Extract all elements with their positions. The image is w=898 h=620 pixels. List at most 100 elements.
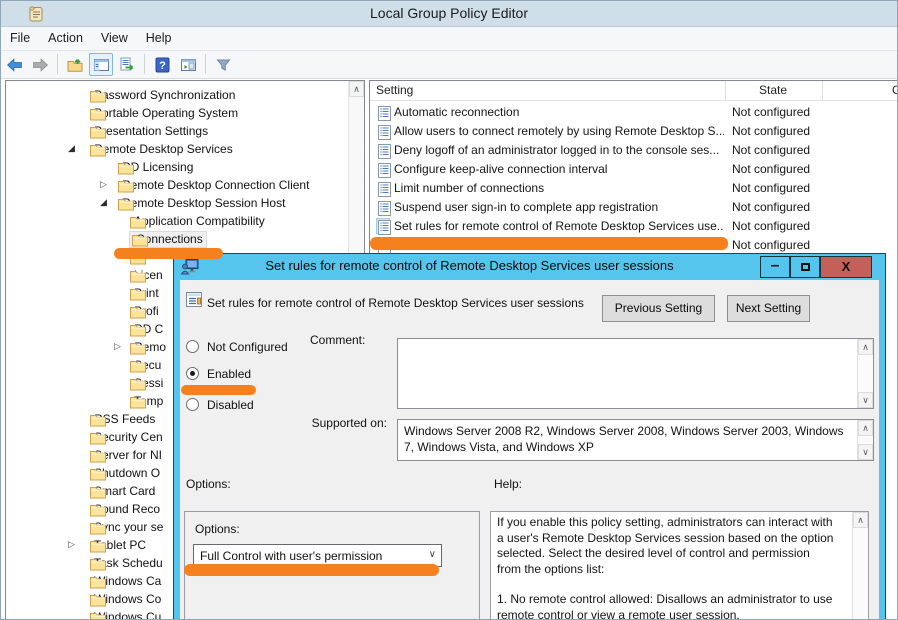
dialog-setting-title: Set rules for remote control of Remote D… bbox=[207, 296, 584, 310]
setting-row[interactable]: Limit number of connections Not configure… bbox=[370, 179, 898, 198]
filter-icon[interactable] bbox=[211, 53, 235, 76]
tree-item-label: Remote Desktop Session Host bbox=[122, 196, 285, 210]
tree-item-password-synchronization[interactable]: Password Synchronization bbox=[6, 86, 364, 104]
expanded-arrow-icon[interactable]: ◢ bbox=[68, 143, 75, 154]
setting-state: Not configured bbox=[732, 124, 810, 138]
toolbar-separator bbox=[57, 54, 58, 74]
list-header: Setting State C bbox=[370, 81, 898, 101]
policy-setting-icon bbox=[376, 199, 390, 215]
scroll-down-icon[interactable]: ∨ bbox=[858, 444, 873, 460]
expanded-arrow-icon[interactable]: ◢ bbox=[100, 197, 107, 208]
options-section-label: Options: bbox=[186, 477, 231, 491]
chevron-down-icon: ∨ bbox=[429, 549, 436, 560]
policy-setting-icon bbox=[376, 218, 390, 234]
scroll-up-icon[interactable]: ∧ bbox=[858, 420, 873, 436]
comment-textarea[interactable]: ∧ ∨ bbox=[397, 338, 874, 409]
setting-row[interactable]: Allow users to connect remotely by using… bbox=[370, 122, 898, 141]
policy-setting-icon bbox=[376, 180, 390, 196]
policy-setting-icon bbox=[376, 142, 390, 158]
radio-label: Enabled bbox=[207, 367, 251, 381]
annotation-list-row-highlight bbox=[370, 237, 728, 250]
setting-state: Not configured bbox=[732, 162, 810, 176]
annotation-dropdown-highlight bbox=[184, 564, 439, 576]
window-titlebar: Local Group Policy Editor bbox=[1, 1, 897, 27]
collapsed-arrow-icon[interactable]: ▷ bbox=[100, 179, 107, 190]
toolbar-separator bbox=[205, 54, 206, 74]
options-label: Options: bbox=[195, 522, 240, 536]
supported-on-label: Supported on: bbox=[260, 416, 387, 430]
tree-item-remote-desktop-services[interactable]: ◢Remote Desktop Services bbox=[6, 140, 364, 158]
policy-setting-icon bbox=[376, 161, 390, 177]
supported-on-field[interactable]: Windows Server 2008 R2, Windows Server 2… bbox=[397, 419, 874, 461]
help-section-label: Help: bbox=[494, 477, 522, 491]
help-icon[interactable]: ? bbox=[150, 53, 174, 76]
collapsed-arrow-icon[interactable]: ▷ bbox=[68, 539, 75, 550]
previous-setting-button[interactable]: Previous Setting bbox=[602, 295, 715, 322]
show-window-icon[interactable] bbox=[176, 53, 200, 76]
help-groupbox: If you enable this policy setting, admin… bbox=[490, 511, 869, 620]
column-comment[interactable]: C bbox=[892, 83, 898, 97]
next-setting-button[interactable]: Next Setting bbox=[727, 295, 810, 322]
setting-row[interactable]: Suspend user sign-in to complete app reg… bbox=[370, 198, 898, 217]
supported-scrollbar[interactable]: ∧ ∨ bbox=[857, 420, 873, 460]
tree-item-connections[interactable]: Connections bbox=[6, 230, 364, 248]
setting-row[interactable]: Deny logoff of an administrator logged i… bbox=[370, 141, 898, 160]
help-paragraph: If you enable this policy setting, admin… bbox=[497, 515, 837, 577]
tree-item-application-compatibility[interactable]: Application Compatibility bbox=[6, 212, 364, 230]
window-title: Local Group Policy Editor bbox=[1, 5, 897, 21]
tree-item-portable-operating-system[interactable]: Portable Operating System bbox=[6, 104, 364, 122]
setting-name: Configure keep-alive connection interval bbox=[394, 162, 607, 176]
radio-button-icon[interactable] bbox=[186, 340, 199, 353]
setting-state: Not configured bbox=[732, 181, 810, 195]
tree-item-rd-licensing[interactable]: RD Licensing bbox=[6, 158, 364, 176]
forward-icon[interactable] bbox=[28, 53, 52, 76]
setting-row[interactable]: Set rules for remote control of Remote D… bbox=[370, 217, 898, 236]
setting-name: Allow users to connect remotely by using… bbox=[394, 124, 724, 138]
menu-help[interactable]: Help bbox=[137, 27, 181, 49]
radio-label: Not Configured bbox=[207, 340, 288, 354]
up-one-level-icon[interactable] bbox=[63, 53, 87, 76]
dialog-title: Set rules for remote control of Remote D… bbox=[174, 258, 765, 273]
setting-name: Set rules for remote control of Remote D… bbox=[394, 219, 724, 233]
column-state[interactable]: State bbox=[759, 83, 787, 97]
collapsed-arrow-icon[interactable]: ▷ bbox=[114, 341, 121, 352]
scroll-down-icon[interactable]: ∨ bbox=[858, 392, 873, 408]
menu-action[interactable]: Action bbox=[39, 27, 92, 49]
radio-button-icon[interactable] bbox=[186, 398, 199, 411]
help-text: If you enable this policy setting, admin… bbox=[497, 515, 837, 620]
tree-item-remote-desktop-connection-client[interactable]: ▷Remote Desktop Connection Client bbox=[6, 176, 364, 194]
column-divider[interactable] bbox=[822, 81, 823, 101]
dropdown-value: Full Control with user's permission bbox=[200, 549, 382, 563]
column-divider[interactable] bbox=[725, 81, 726, 101]
comment-label: Comment: bbox=[310, 333, 365, 347]
policy-setting-icon bbox=[186, 292, 204, 311]
radio-button-icon[interactable] bbox=[186, 367, 199, 380]
setting-row[interactable]: Automatic reconnectionNot configured bbox=[370, 103, 898, 122]
menu-view[interactable]: View bbox=[92, 27, 137, 49]
menu-bar: FileActionViewHelp bbox=[1, 27, 897, 51]
scroll-up-icon[interactable]: ∧ bbox=[853, 512, 868, 528]
tree-item-remote-desktop-session-host[interactable]: ◢ Remote Desktop Session Host bbox=[6, 194, 364, 212]
tree-item-label: Application Compatibility bbox=[134, 214, 265, 228]
column-setting[interactable]: Setting bbox=[376, 83, 413, 97]
scroll-up-icon[interactable]: ∧ bbox=[858, 339, 873, 355]
setting-state: Not configured bbox=[732, 219, 810, 233]
svg-text:?: ? bbox=[159, 60, 166, 72]
help-scrollbar[interactable]: ∧ bbox=[852, 512, 868, 620]
annotation-connections-highlight bbox=[114, 248, 223, 259]
export-list-icon[interactable] bbox=[115, 53, 139, 76]
back-icon[interactable] bbox=[2, 53, 26, 76]
maximize-button[interactable] bbox=[790, 256, 820, 278]
setting-name: Limit number of connections bbox=[394, 181, 544, 195]
tree-item-label: Presentation Settings bbox=[94, 124, 208, 138]
console-tree-icon[interactable] bbox=[89, 53, 113, 76]
setting-row[interactable]: Configure keep-alive connection interval… bbox=[370, 160, 898, 179]
minimize-button[interactable]: – bbox=[760, 256, 790, 278]
tree-item-presentation-settings[interactable]: Presentation Settings bbox=[6, 122, 364, 140]
tree-item-label: Password Synchronization bbox=[94, 88, 235, 102]
comment-scrollbar[interactable]: ∧ ∨ bbox=[857, 339, 873, 408]
scroll-up-icon[interactable]: ∧ bbox=[349, 81, 364, 97]
close-button[interactable]: X bbox=[820, 256, 872, 278]
menu-file[interactable]: File bbox=[1, 27, 39, 49]
maximize-icon bbox=[801, 263, 810, 271]
